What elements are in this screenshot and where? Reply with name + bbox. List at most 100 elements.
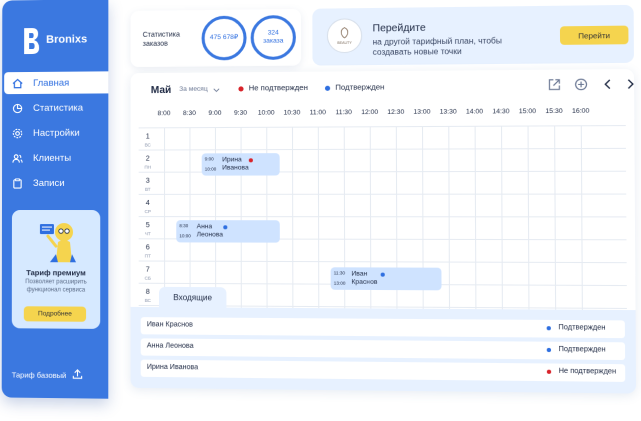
day-number: 7 (145, 266, 150, 274)
clipboard-icon (13, 177, 22, 188)
appointment-ivan[interactable]: 11:30 13:00 Иван Краснов (330, 267, 442, 291)
legend-confirmed: Подтвержден (335, 82, 385, 92)
time-label: 11:30 (335, 109, 352, 117)
grid-lines (131, 100, 635, 312)
upload-icon[interactable] (72, 368, 83, 379)
time-label: 16:00 (571, 107, 590, 115)
current-tariff: Тариф базовый (11, 370, 67, 381)
gear-icon (12, 128, 23, 138)
time-label: 15:00 (518, 107, 537, 116)
revenue-ring: 475 678₽ (201, 15, 247, 61)
nav-label: Статистика (33, 102, 84, 114)
bronixs-logo-icon (24, 28, 40, 55)
orders-count: 324 (267, 29, 279, 37)
incoming-row[interactable]: Анна Леонова Подтвержден (140, 338, 626, 361)
status-text: Подтвержден (558, 324, 606, 332)
chevron-right-icon[interactable] (623, 77, 637, 91)
status-dot (223, 225, 228, 230)
event-client: Анна Леонова (196, 223, 223, 239)
chevron-down-icon[interactable] (213, 87, 220, 94)
client-name: Анна Леонова (146, 342, 194, 350)
day-weekday: ВТ (145, 186, 151, 192)
day-number: 3 (145, 177, 150, 185)
beauty-logo: BEAUTY (326, 18, 363, 54)
external-link-icon[interactable] (547, 78, 561, 92)
premium-title: Тариф премиум (26, 268, 86, 278)
grid-hline (138, 125, 626, 129)
grid-hline (138, 147, 626, 151)
incoming-row[interactable]: Иван Краснов Подтвержден (140, 317, 625, 339)
nav-label: Настройки (33, 127, 80, 139)
premium-description: Позволяет расширить функционал сервиса (25, 279, 87, 294)
nav-label: Записи (32, 177, 65, 189)
time-label: 9:00 (208, 109, 222, 117)
app-name: Bronixs (46, 33, 88, 46)
nav-item-stats[interactable]: Статистика (4, 96, 108, 119)
status-dot (546, 326, 551, 331)
nav-label: Клиенты (32, 152, 72, 164)
day-number: 5 (145, 222, 150, 230)
nav-item-home[interactable]: Главная (4, 71, 109, 95)
calendar-grid: 8:00 8:30 9:00 9:30 10:00 10:30 11:00 11… (131, 100, 636, 312)
event-start: 11:30 (333, 270, 346, 276)
nav-item-settings[interactable]: Настройки (4, 122, 108, 145)
event-start: 9:00 (204, 156, 214, 162)
premium-card: Тариф премиум Позволяет расширить функци… (11, 210, 101, 329)
nav-item-records[interactable]: Записи (4, 172, 108, 194)
revenue-value: 475 678₽ (209, 33, 239, 42)
time-label: 13:30 (439, 108, 457, 116)
pie-chart-icon (12, 103, 23, 113)
client-name: Иван Краснов (146, 321, 193, 329)
time-label: 9:30 (234, 109, 248, 117)
grid-hline (138, 216, 627, 218)
upgrade-promo-panel: BEAUTY Перейдите на другой тарифный план… (312, 4, 634, 66)
nav-item-clients[interactable]: Клиенты (4, 147, 108, 169)
legend-unconfirmed: Не подтвержден (248, 82, 308, 93)
tab-incoming[interactable]: Входящие (158, 286, 227, 308)
add-circle-icon[interactable] (574, 78, 588, 92)
time-label: 12:30 (387, 108, 405, 116)
time-label: 10:30 (283, 109, 301, 117)
incoming-row[interactable]: Ирина Иванова Не подтвержден (140, 359, 626, 382)
time-label: 14:00 (465, 108, 484, 116)
legend-confirmed-dot (324, 85, 331, 91)
status-dot (248, 158, 253, 163)
event-end: 10:00 (204, 166, 217, 172)
day-number: 2 (145, 155, 150, 163)
grid-hline (138, 260, 627, 264)
sidebar: Bronixs Главная Статистика Настройки Кли… (1, 0, 109, 399)
nav-label: Главная (33, 77, 70, 89)
appointment-anna[interactable]: 8:30 10:00 Анна Леонова (176, 220, 280, 243)
premium-details-button[interactable]: Подробнее (23, 306, 87, 322)
promo-go-button[interactable]: Перейти (559, 25, 629, 45)
day-weekday: ВС (144, 142, 151, 148)
status-text: Не подтвержден (558, 367, 617, 376)
chevron-left-icon[interactable] (601, 77, 615, 91)
status-dot (546, 369, 552, 374)
users-icon (12, 153, 23, 163)
status-dot (546, 347, 552, 353)
period-select[interactable]: За месяц (179, 86, 207, 93)
status-dot (380, 272, 385, 277)
beauty-logo-text: BEAUTY (337, 40, 352, 46)
beauty-logo-icon (337, 27, 352, 39)
event-start: 8:30 (179, 223, 189, 229)
legend-unconfirmed-dot (238, 86, 244, 92)
day-number: 4 (145, 199, 150, 208)
calendar-panel: Май За месяц Не подтвержден Подтвержден … (130, 69, 637, 394)
orders-label: заказа (263, 37, 284, 45)
appointment-irina[interactable]: 9:00 10:00 Ирина Иванова (201, 153, 280, 176)
orders-ring: 324 заказа (250, 15, 296, 61)
event-end: 10:00 (179, 233, 191, 239)
time-label: 13:00 (413, 108, 431, 116)
event-end: 13:00 (333, 280, 346, 286)
home-icon (12, 78, 23, 88)
promo-subtitle: на другой тарифный план, чтобы создавать… (372, 36, 502, 57)
event-client: Иван Краснов (351, 270, 378, 286)
time-label: 10:00 (257, 109, 275, 117)
time-label: 14:30 (492, 108, 510, 116)
time-label: 12:00 (361, 108, 379, 117)
day-number: 8 (145, 288, 150, 296)
day-weekday: ПН (144, 164, 152, 170)
day-weekday: СР (144, 209, 151, 215)
